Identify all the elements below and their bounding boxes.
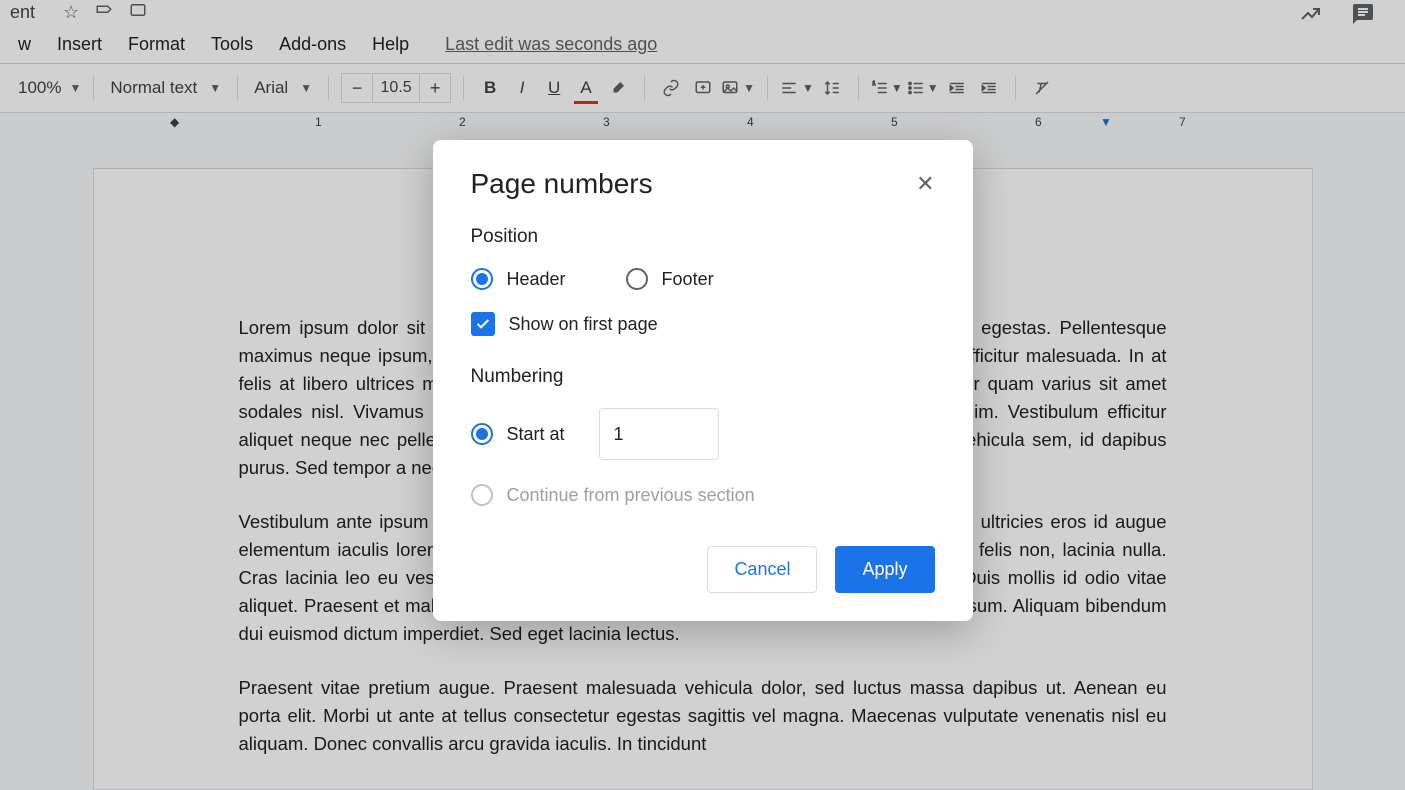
numbering-section-label: Numbering xyxy=(471,366,935,388)
radio-label: Footer xyxy=(662,269,714,290)
close-icon[interactable]: ✕ xyxy=(916,171,934,197)
show-first-page-checkbox[interactable]: Show on first page xyxy=(471,312,935,336)
start-at-radio[interactable]: Start at xyxy=(471,423,565,445)
dialog-title: Page numbers xyxy=(471,168,653,200)
continue-previous-radio: Continue from previous section xyxy=(471,484,935,506)
start-at-input[interactable] xyxy=(599,408,719,460)
radio-icon xyxy=(471,423,493,445)
radio-icon xyxy=(626,268,648,290)
radio-label: Continue from previous section xyxy=(507,485,755,506)
radio-icon xyxy=(471,268,493,290)
modal-overlay: Page numbers ✕ Position Header Footer Sh… xyxy=(0,0,1405,790)
position-header-radio[interactable]: Header xyxy=(471,268,566,290)
radio-label: Start at xyxy=(507,424,565,445)
radio-icon xyxy=(471,484,493,506)
apply-button[interactable]: Apply xyxy=(835,546,934,593)
radio-label: Header xyxy=(507,269,566,290)
cancel-button[interactable]: Cancel xyxy=(707,546,817,593)
checkbox-label: Show on first page xyxy=(509,314,658,335)
position-section-label: Position xyxy=(471,226,935,248)
position-footer-radio[interactable]: Footer xyxy=(626,268,714,290)
checkbox-icon xyxy=(471,312,495,336)
page-numbers-dialog: Page numbers ✕ Position Header Footer Sh… xyxy=(433,140,973,621)
